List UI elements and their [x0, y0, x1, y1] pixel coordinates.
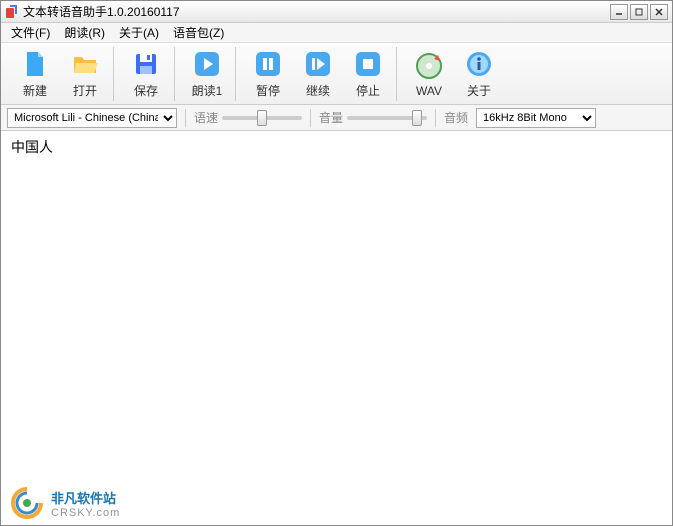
save-button[interactable]: 保存 — [122, 47, 170, 101]
wav-button[interactable]: WAV — [405, 47, 453, 101]
stop-button[interactable]: 停止 — [344, 47, 392, 101]
separator — [435, 109, 436, 127]
speed-label: 语速 — [194, 109, 218, 126]
watermark-en: CRSKY.com — [51, 507, 120, 519]
about-label: 关于 — [467, 82, 491, 99]
titlebar: 文本转语音助手1.0.20160117 — [1, 1, 672, 23]
wav-disc-icon — [413, 50, 445, 82]
speed-slider[interactable] — [222, 116, 302, 120]
new-file-icon — [19, 48, 51, 80]
menubar: 文件(F) 朗读(R) 关于(A) 语音包(Z) — [1, 23, 672, 43]
close-button[interactable] — [650, 4, 668, 20]
open-folder-icon — [69, 48, 101, 80]
resume-label: 继续 — [306, 82, 330, 99]
volume-thumb[interactable] — [412, 110, 422, 126]
voice-select[interactable]: Microsoft Lili - Chinese (China) — [7, 108, 177, 128]
menu-about[interactable]: 关于(A) — [113, 22, 165, 43]
window-controls — [610, 4, 668, 20]
watermark: 非凡软件站 CRSKY.com — [9, 485, 120, 521]
window-title: 文本转语音助手1.0.20160117 — [23, 3, 610, 20]
separator — [310, 109, 311, 127]
new-label: 新建 — [23, 82, 47, 99]
menu-read[interactable]: 朗读(R) — [58, 22, 111, 43]
speed-slider-group: 语速 — [194, 109, 302, 126]
options-bar: Microsoft Lili - Chinese (China) 语速 音量 音… — [1, 105, 672, 131]
about-button[interactable]: 关于 — [455, 47, 503, 101]
app-window: 文本转语音助手1.0.20160117 文件(F) 朗读(R) 关于(A) 语音… — [0, 0, 673, 526]
minimize-button[interactable] — [610, 4, 628, 20]
text-input[interactable] — [1, 131, 672, 501]
stop-icon — [352, 48, 384, 80]
speed-thumb[interactable] — [257, 110, 267, 126]
toolbar: 新建 打开 保存 朗读1 暂停 — [1, 43, 672, 105]
watermark-text: 非凡软件站 CRSKY.com — [51, 488, 120, 519]
info-icon — [463, 48, 495, 80]
volume-label: 音量 — [319, 109, 343, 126]
play-label: 朗读1 — [192, 82, 223, 99]
stop-label: 停止 — [356, 82, 380, 99]
play-button[interactable]: 朗读1 — [183, 47, 231, 101]
new-button[interactable]: 新建 — [11, 47, 59, 101]
pause-label: 暂停 — [256, 82, 280, 99]
resume-button[interactable]: 继续 — [294, 47, 342, 101]
frequency-select[interactable]: 16kHz 8Bit Mono — [476, 108, 596, 128]
volume-slider[interactable] — [347, 116, 427, 120]
play-icon — [191, 48, 223, 80]
wav-label: WAV — [416, 84, 442, 98]
save-label: 保存 — [134, 82, 158, 99]
open-button[interactable]: 打开 — [61, 47, 109, 101]
watermark-cn: 非凡软件站 — [51, 488, 120, 507]
open-label: 打开 — [73, 82, 97, 99]
resume-icon — [302, 48, 334, 80]
maximize-button[interactable] — [630, 4, 648, 20]
volume-slider-group: 音量 — [319, 109, 427, 126]
pause-icon — [252, 48, 284, 80]
watermark-logo-icon — [9, 485, 45, 521]
separator — [185, 109, 186, 127]
menu-file[interactable]: 文件(F) — [5, 22, 56, 43]
save-disk-icon — [130, 48, 162, 80]
menu-voicepack[interactable]: 语音包(Z) — [167, 22, 230, 43]
app-icon — [5, 5, 19, 19]
freq-label: 音频 — [444, 109, 468, 126]
pause-button[interactable]: 暂停 — [244, 47, 292, 101]
